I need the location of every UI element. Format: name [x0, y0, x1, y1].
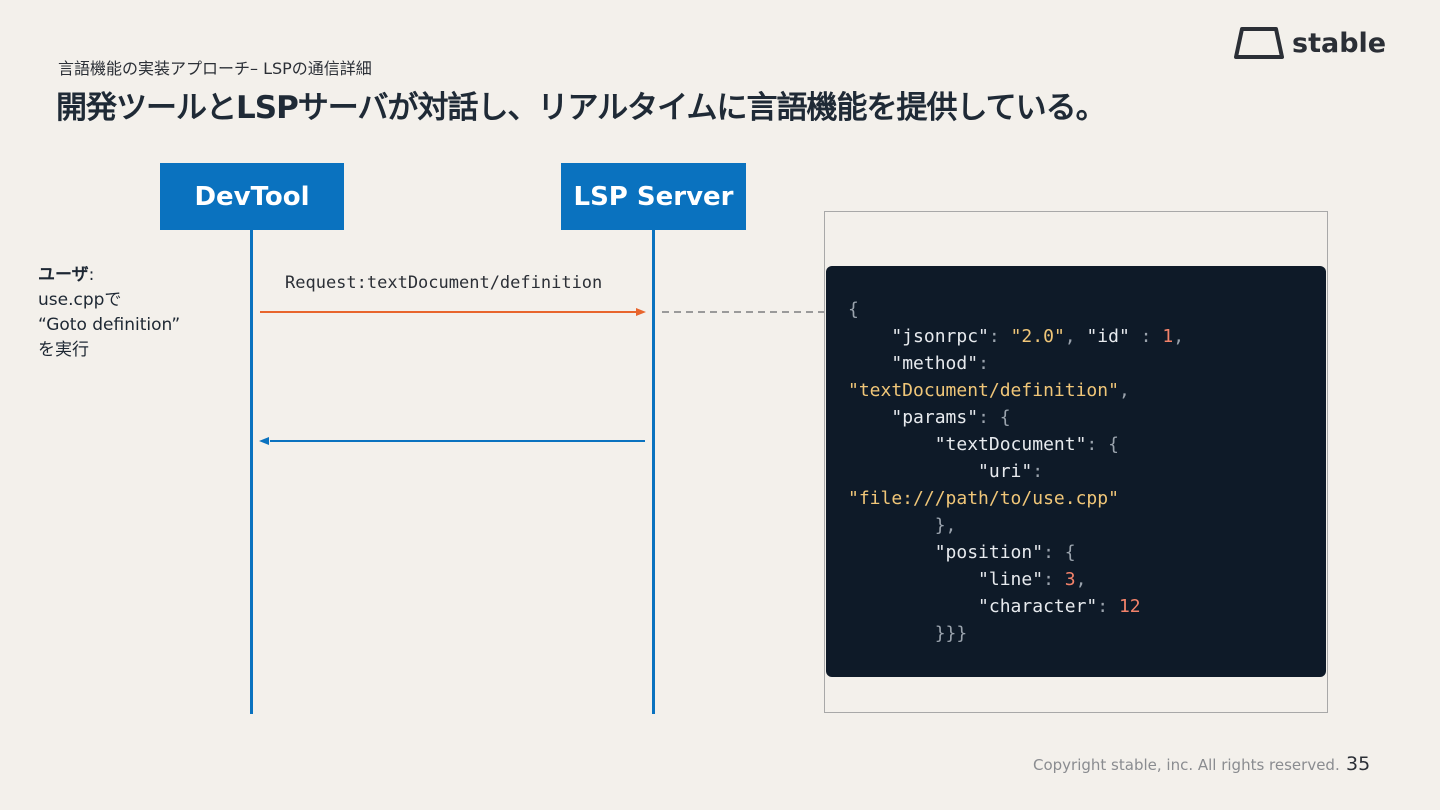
response-arrowhead: [259, 437, 269, 445]
request-arrowhead: [636, 308, 646, 316]
json-request-code: { "jsonrpc": "2.0", "id" : 1, "method": …: [848, 299, 1185, 644]
page-number: 35: [1346, 753, 1371, 775]
copyright-text: Copyright stable, inc. All rights reserv…: [1033, 756, 1340, 774]
